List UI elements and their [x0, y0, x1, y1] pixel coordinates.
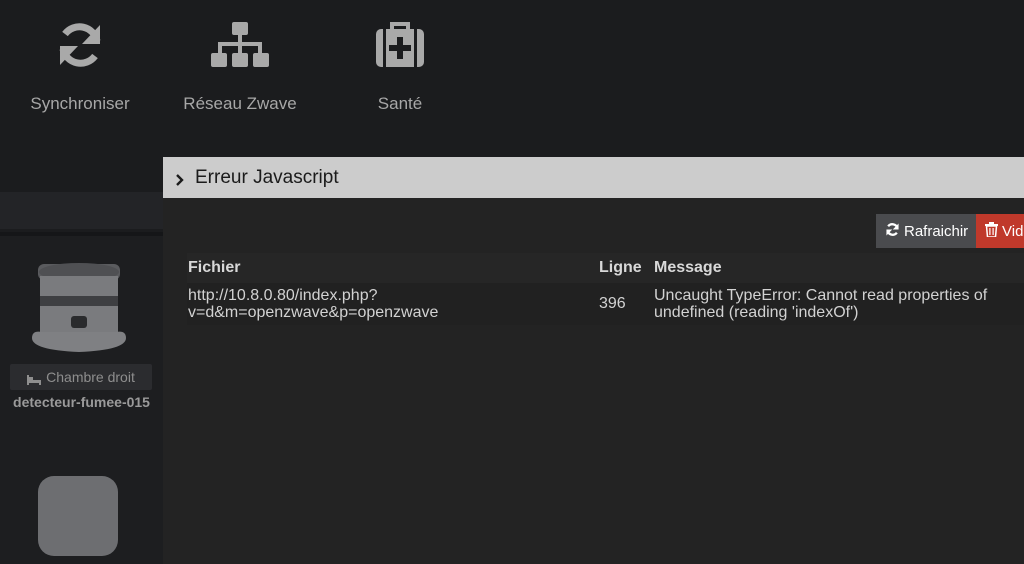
error-panel-title: Erreur Javascript	[195, 166, 339, 188]
health-label: Santé	[377, 94, 423, 113]
health-button[interactable]: Santé	[320, 0, 480, 140]
device-thumbnail[interactable]	[38, 476, 118, 556]
smoke-detector-image[interactable]	[30, 260, 130, 356]
clear-label: Vid	[1002, 222, 1024, 240]
room-badge[interactable]: Chambre droit	[10, 364, 152, 390]
trash-icon	[985, 221, 998, 241]
refresh-icon	[885, 222, 900, 241]
refresh-label: Rafraichir	[904, 222, 969, 240]
room-name: Chambre droit	[46, 369, 135, 385]
js-error-panel: Erreur Javascript Rafraichir Vid Fichier…	[163, 157, 1024, 564]
chevron-right-icon	[175, 171, 185, 186]
medkit-icon	[369, 18, 431, 72]
left-search-bar[interactable]	[0, 192, 163, 229]
column-header-message: Message	[654, 259, 722, 276]
sync-icon	[49, 18, 111, 72]
page: Synchroniser Réseau Zwave Santé Chambre …	[0, 0, 1024, 564]
bed-icon	[27, 372, 42, 385]
equipment-card[interactable]: Chambre droit detecteur-fumee-015	[0, 236, 163, 564]
column-header-line: Ligne	[599, 259, 642, 276]
error-file-cell: http://10.8.0.80/index.php? v=d&m=openzwa…	[188, 287, 439, 321]
device-name[interactable]: detecteur-fumee-015	[0, 394, 163, 410]
zwave-network-button[interactable]: Réseau Zwave	[160, 0, 320, 140]
synchronize-button[interactable]: Synchroniser	[0, 0, 160, 140]
network-icon	[209, 18, 271, 72]
error-message-cell: Uncaught TypeError: Cannot read properti…	[654, 287, 988, 321]
synchronize-label: Synchroniser	[30, 94, 130, 113]
error-panel-header[interactable]: Erreur Javascript	[163, 157, 1024, 198]
column-header-file: Fichier	[188, 259, 241, 276]
zwave-network-label: Réseau Zwave	[183, 94, 297, 113]
action-tiles: Synchroniser Réseau Zwave Santé	[0, 0, 1024, 150]
clear-button[interactable]: Vid	[976, 214, 1024, 248]
refresh-button[interactable]: Rafraichir	[876, 214, 976, 248]
error-line-cell: 396	[599, 295, 626, 312]
